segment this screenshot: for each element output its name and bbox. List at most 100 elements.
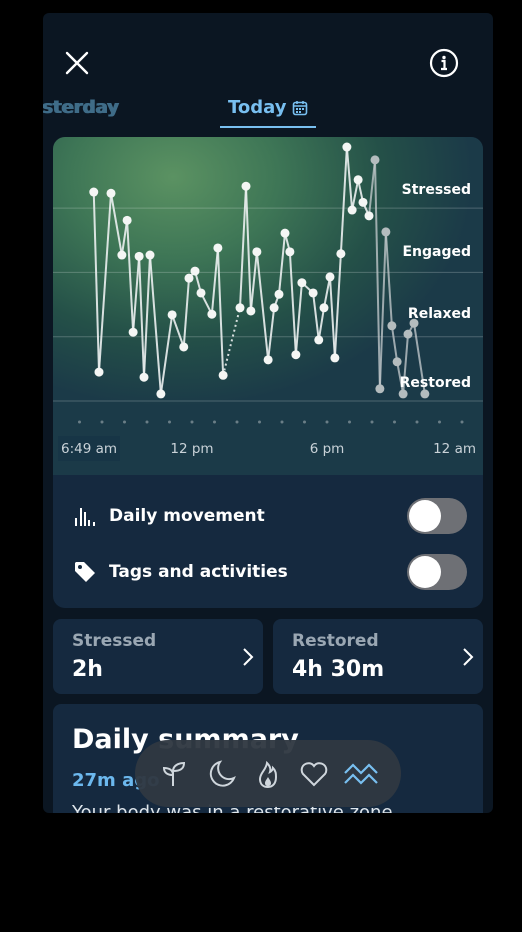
restored-stat-card[interactable]: Restored 4h 30m	[273, 619, 483, 694]
nav-heart[interactable]	[296, 756, 332, 792]
toggle-label: Daily movement	[109, 506, 265, 526]
data-point	[403, 329, 413, 339]
data-line-segment	[333, 253, 342, 358]
data-point	[274, 289, 284, 299]
level-label-relaxed: Relaxed	[408, 306, 471, 322]
data-point	[235, 303, 245, 313]
data-point	[179, 342, 189, 352]
data-point	[117, 250, 127, 260]
stat-label: Restored	[292, 631, 379, 651]
toggle-label: Tags and activities	[109, 562, 288, 582]
level-label-engaged: Engaged	[402, 244, 471, 260]
hour-tick-dot	[213, 420, 216, 424]
stat-value: 2h	[72, 657, 103, 682]
sprout-icon	[163, 761, 186, 786]
close-icon	[65, 51, 89, 75]
x-tick-12am: 12 am	[433, 441, 476, 457]
stressed-stat-card[interactable]: Stressed 2h	[53, 619, 263, 694]
data-line-segment	[384, 231, 393, 326]
data-point	[325, 272, 335, 282]
calendar-icon	[293, 100, 308, 115]
data-point	[269, 303, 279, 313]
data-point	[370, 155, 380, 165]
nav-recovery[interactable]	[157, 756, 193, 792]
nav-activity[interactable]	[250, 756, 286, 792]
chevron-right-icon	[463, 648, 474, 666]
tags-activities-toggle[interactable]	[407, 554, 467, 590]
data-line-segment	[132, 256, 141, 333]
waves-icon	[343, 762, 378, 785]
data-line-segment	[245, 186, 252, 312]
data-line-segment	[98, 193, 112, 373]
data-line-segment	[351, 179, 360, 211]
data-line-segment	[323, 276, 331, 308]
close-button[interactable]	[61, 47, 93, 79]
data-line-segment	[249, 251, 258, 312]
stress-chart-svg: Stressed Engaged Relaxed Restored 6:49 a…	[53, 142, 483, 461]
data-line-segment	[143, 254, 151, 378]
data-point	[207, 309, 217, 319]
stat-label: Stressed	[72, 631, 157, 651]
data-line-segment	[138, 256, 145, 378]
daily-movement-toggle[interactable]	[407, 498, 467, 534]
data-line-segment	[126, 220, 135, 333]
data-point	[358, 197, 368, 207]
data-point	[285, 247, 295, 257]
data-point	[280, 228, 290, 238]
data-point	[297, 278, 307, 288]
data-line-segment	[149, 254, 162, 395]
info-button[interactable]	[428, 47, 460, 79]
hour-tick-dot	[348, 420, 351, 424]
level-label-restored: Restored	[400, 375, 471, 391]
data-line-segment	[345, 146, 354, 211]
hour-tick-dot	[438, 420, 441, 424]
stress-chart[interactable]: Stressed Engaged Relaxed Restored 6:49 a…	[53, 137, 483, 475]
data-line-segment	[120, 220, 129, 256]
data-point	[392, 357, 402, 367]
hour-tick-dot	[303, 420, 306, 424]
data-point	[252, 247, 262, 257]
data-point	[139, 372, 149, 382]
data-line-segment	[171, 314, 185, 348]
toggle-knob	[409, 556, 441, 588]
data-line-segment	[312, 292, 320, 341]
data-line-segment	[267, 307, 276, 360]
data-line-segment	[216, 247, 225, 376]
toggle-knob	[409, 500, 441, 532]
tab-today[interactable]: Today	[228, 97, 308, 118]
moon-icon	[209, 759, 236, 787]
data-line-segment	[239, 186, 247, 308]
level-label-stressed: Stressed	[402, 182, 471, 198]
data-point	[184, 273, 194, 283]
hour-tick-dot	[235, 420, 239, 424]
tab-yesterday[interactable]: Yesterday sterday	[43, 97, 163, 123]
nav-stress[interactable]	[343, 756, 379, 792]
data-point	[342, 142, 352, 152]
data-line-segment	[390, 325, 399, 362]
data-line-segment	[294, 282, 303, 355]
data-point	[263, 355, 273, 365]
hour-tick-dot	[370, 420, 374, 424]
stat-value: 4h 30m	[292, 657, 385, 682]
data-point	[353, 175, 363, 185]
data-point	[167, 310, 177, 320]
data-line-segment	[255, 251, 270, 360]
data-point	[106, 188, 116, 198]
nav-sleep[interactable]	[204, 756, 240, 792]
hour-tick-dot	[393, 420, 396, 424]
hour-tick-dot	[325, 420, 329, 424]
tag-icon	[75, 562, 95, 582]
data-point	[364, 211, 374, 221]
data-point	[387, 321, 397, 331]
stress-screen: Yesterday sterday Today Stressed Engaged…	[43, 13, 493, 813]
data-line-segment	[374, 159, 381, 389]
data-line-segment	[210, 247, 219, 315]
data-point	[89, 187, 99, 197]
x-tick-start: 6:49 am	[61, 441, 117, 457]
data-point	[156, 389, 166, 399]
chevron-right-icon	[243, 648, 254, 666]
data-point	[134, 251, 144, 261]
data-line-segment	[368, 159, 376, 216]
data-point	[347, 205, 357, 215]
hour-tick-dot	[78, 420, 81, 424]
